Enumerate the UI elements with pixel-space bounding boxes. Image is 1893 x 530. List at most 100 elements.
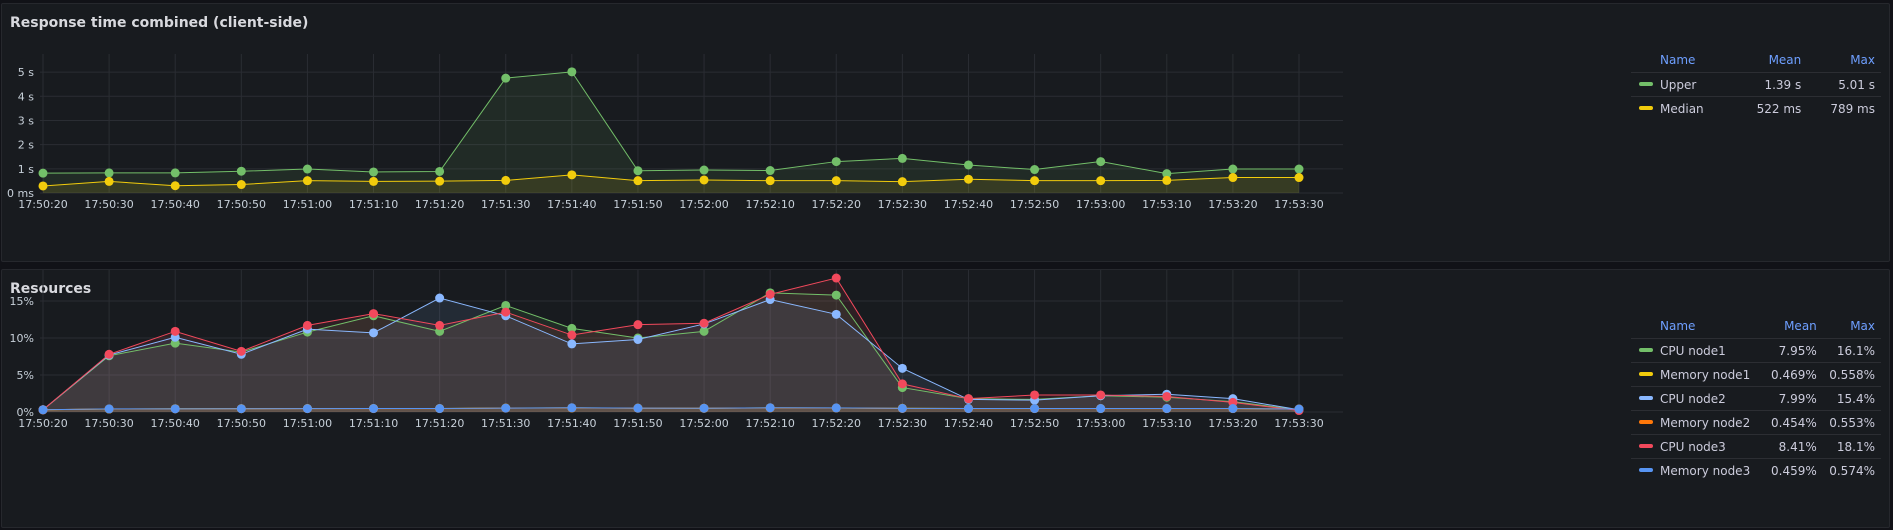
data-point-median[interactable] (38, 181, 48, 191)
data-point-upper[interactable] (302, 164, 312, 174)
legend-row-median[interactable]: Median 522 ms 789 ms (1631, 96, 1881, 120)
data-point-cpu-node3[interactable] (897, 379, 907, 389)
data-point-median[interactable] (963, 174, 973, 184)
data-point-cpu-node3[interactable] (501, 307, 511, 317)
data-point-memory-node3[interactable] (501, 403, 511, 413)
data-point-upper[interactable] (897, 153, 907, 163)
data-point-memory-node3[interactable] (831, 403, 841, 413)
response-time-chart[interactable]: 0 ms1 s2 s3 s4 s5 s17:50:20 17:50:30 17:50… (2, 4, 1627, 263)
data-point-cpu-node3[interactable] (963, 394, 973, 404)
data-point-cpu-node2[interactable] (567, 339, 577, 349)
data-point-median[interactable] (170, 181, 180, 191)
data-point-cpu-node2[interactable] (831, 309, 841, 319)
data-point-upper[interactable] (104, 168, 114, 178)
data-point-upper[interactable] (236, 166, 246, 176)
legend-header-max[interactable]: Max (1801, 48, 1881, 73)
data-point-upper[interactable] (1030, 165, 1040, 175)
data-point-median[interactable] (765, 176, 775, 186)
data-point-cpu-node3[interactable] (633, 320, 643, 330)
data-point-median[interactable] (1294, 173, 1304, 183)
data-point-upper[interactable] (1096, 157, 1106, 167)
data-point-cpu-node3[interactable] (104, 349, 114, 359)
data-point-upper[interactable] (1228, 164, 1238, 174)
data-point-memory-node3[interactable] (699, 403, 709, 413)
data-point-upper[interactable] (170, 168, 180, 178)
data-point-cpu-node2[interactable] (369, 328, 379, 338)
data-point-memory-node3[interactable] (38, 405, 48, 415)
legend-header-name[interactable]: Name (1631, 48, 1730, 73)
data-point-cpu-node2[interactable] (897, 363, 907, 373)
legend-header-mean[interactable]: Mean (1759, 314, 1817, 339)
data-point-median[interactable] (897, 177, 907, 187)
data-point-memory-node3[interactable] (897, 403, 907, 413)
data-point-cpu-node3[interactable] (369, 309, 379, 319)
data-point-cpu-node3[interactable] (567, 330, 577, 340)
data-point-median[interactable] (501, 175, 511, 185)
data-point-cpu-node3[interactable] (435, 320, 445, 330)
data-point-memory-node3[interactable] (1294, 404, 1304, 414)
data-point-median[interactable] (831, 176, 841, 186)
data-point-upper[interactable] (831, 157, 841, 167)
data-point-cpu-node3[interactable] (236, 346, 246, 356)
data-point-upper[interactable] (567, 67, 577, 77)
data-point-median[interactable] (1096, 176, 1106, 186)
data-point-upper[interactable] (435, 166, 445, 176)
legend-row-cpu-node1[interactable]: CPU node1 7.95% 16.1% (1631, 338, 1881, 363)
data-point-median[interactable] (699, 175, 709, 185)
data-point-memory-node3[interactable] (567, 403, 577, 413)
data-point-upper[interactable] (501, 73, 511, 83)
data-point-cpu-node3[interactable] (302, 320, 312, 330)
data-point-cpu-node2[interactable] (633, 334, 643, 344)
series-line-upper[interactable] (42, 71, 1299, 175)
data-point-upper[interactable] (1294, 164, 1304, 174)
data-point-median[interactable] (1162, 175, 1172, 185)
data-point-median[interactable] (104, 176, 114, 186)
data-point-memory-node3[interactable] (633, 403, 643, 413)
data-point-cpu-node2[interactable] (435, 293, 445, 303)
legend-row-cpu-node2[interactable]: CPU node2 7.99% 15.4% (1631, 386, 1881, 411)
data-point-memory-node3[interactable] (302, 404, 312, 414)
data-point-median[interactable] (236, 180, 246, 190)
legend-header-max[interactable]: Max (1817, 314, 1881, 339)
legend-row-upper[interactable]: Upper 1.39 s 5.01 s (1631, 72, 1881, 97)
data-point-upper[interactable] (633, 166, 643, 176)
data-point-memory-node3[interactable] (963, 404, 973, 414)
data-point-memory-node3[interactable] (236, 404, 246, 414)
data-point-cpu-node3[interactable] (170, 326, 180, 336)
data-point-memory-node3[interactable] (104, 404, 114, 414)
data-point-cpu-node1[interactable] (831, 290, 841, 300)
data-point-upper[interactable] (369, 167, 379, 177)
legend-header-mean[interactable]: Mean (1730, 48, 1802, 73)
data-point-cpu-node3[interactable] (699, 318, 709, 328)
data-point-upper[interactable] (699, 165, 709, 175)
data-point-memory-node3[interactable] (369, 404, 379, 414)
data-point-cpu-node3[interactable] (1162, 391, 1172, 401)
data-point-cpu-node3[interactable] (831, 273, 841, 283)
legend-row-memory-node1[interactable]: Memory node1 0.469% 0.558% (1631, 362, 1881, 387)
legend-row-cpu-node3[interactable]: CPU node3 8.41% 18.1% (1631, 434, 1881, 459)
data-point-upper[interactable] (963, 160, 973, 170)
data-point-median[interactable] (302, 176, 312, 186)
data-point-memory-node3[interactable] (765, 403, 775, 413)
data-point-median[interactable] (633, 176, 643, 186)
data-point-memory-node3[interactable] (435, 404, 445, 414)
data-point-median[interactable] (435, 176, 445, 186)
data-point-median[interactable] (567, 170, 577, 180)
data-point-memory-node3[interactable] (1162, 404, 1172, 414)
data-point-upper[interactable] (38, 168, 48, 178)
legend-row-memory-node3[interactable]: Memory node3 0.459% 0.574% (1631, 458, 1881, 482)
data-point-cpu-node3[interactable] (765, 289, 775, 299)
data-point-cpu-node3[interactable] (1030, 390, 1040, 400)
data-point-median[interactable] (369, 176, 379, 186)
legend-row-memory-node2[interactable]: Memory node2 0.454% 0.553% (1631, 410, 1881, 435)
data-point-memory-node3[interactable] (1228, 404, 1238, 414)
data-point-cpu-node3[interactable] (1096, 390, 1106, 400)
resources-chart[interactable]: 0%5%10%15%20%17:50:2017:50:3017:50:4017:… (2, 270, 1627, 529)
legend-header-name[interactable]: Name (1631, 314, 1759, 339)
data-point-memory-node3[interactable] (1096, 404, 1106, 414)
data-point-median[interactable] (1030, 176, 1040, 186)
data-point-median[interactable] (1228, 173, 1238, 183)
data-point-memory-node3[interactable] (170, 404, 180, 414)
data-point-upper[interactable] (765, 166, 775, 176)
data-point-memory-node3[interactable] (1030, 404, 1040, 414)
